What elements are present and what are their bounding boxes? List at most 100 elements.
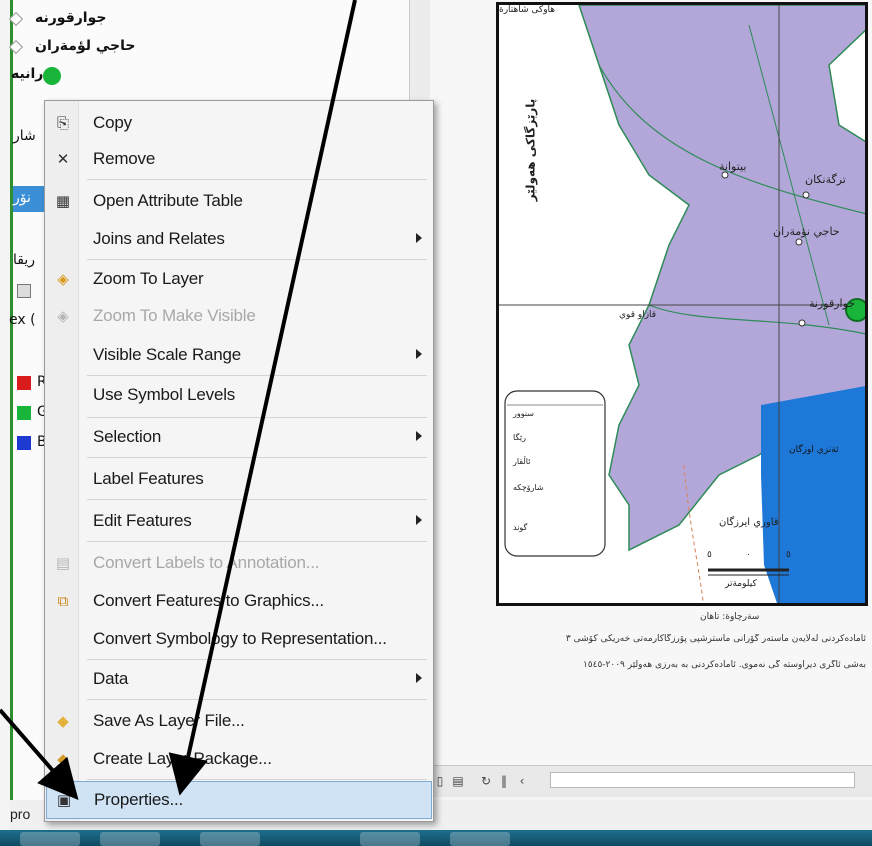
toc-partial-label: شار	[13, 128, 36, 144]
map-note: ئامادەکردنی لەلایەن ماستەر گۆرانی ماسترش…	[566, 634, 866, 644]
layer-context-menu: ⎘ Copy ✕ Remove ▦ Open Attribute Table J…	[44, 100, 434, 822]
menu-separator	[87, 659, 427, 660]
map-top-label: هاوکی شاهتارة	[499, 5, 556, 15]
point-symbol-icon	[43, 67, 61, 85]
menu-item-label: Copy	[93, 113, 132, 132]
menu-separator	[87, 457, 427, 458]
menu-separator	[87, 417, 427, 418]
village-point	[795, 238, 803, 246]
menu-item-label-features[interactable]: Label Features	[46, 461, 432, 497]
menu-item-open-attribute-table[interactable]: ▦ Open Attribute Table	[46, 183, 432, 219]
layer-file-icon: ◆	[57, 712, 69, 730]
zoom-layer-icon: ◈	[57, 270, 69, 288]
remove-icon: ✕	[56, 150, 70, 168]
properties-icon: ▣	[56, 791, 72, 809]
convert-graphics-icon: ⧉	[57, 592, 69, 610]
table-icon: ▦	[55, 192, 71, 210]
menu-item-zoom-to-layer[interactable]: ◈ Zoom To Layer	[46, 261, 432, 297]
expand-icon[interactable]	[8, 39, 24, 55]
refresh-icon[interactable]: ↻	[478, 772, 494, 790]
scroll-left-icon[interactable]: ‹	[514, 772, 530, 790]
menu-separator	[87, 259, 427, 260]
legend-swatch	[17, 284, 31, 298]
place-label: قازاو قوي	[619, 310, 657, 320]
scale-value: ٥	[707, 550, 712, 560]
convert-labels-icon: ▤	[55, 554, 71, 572]
toc-partial-label: نۆر	[13, 190, 31, 206]
menu-item-selection[interactable]: Selection	[46, 419, 432, 455]
menu-item-label: Remove	[93, 149, 156, 168]
legend-item: شارۆچکە	[513, 483, 544, 492]
menu-item-label: Save As Layer File...	[93, 711, 245, 730]
menu-item-label: Zoom To Layer	[93, 269, 204, 288]
menu-item-label: Open Attribute Table	[93, 191, 243, 210]
scale-unit: كيلومةتر	[725, 579, 757, 589]
menu-item-use-symbol-levels[interactable]: Use Symbol Levels	[46, 377, 432, 413]
menu-item-label: Joins and Relates	[93, 229, 225, 248]
menu-item-label: Label Features	[93, 469, 204, 488]
map-note: سةرچاوة: تاهان	[700, 612, 760, 622]
menu-item-convert-labels-to-annotation: ▤ Convert Labels to Annotation...	[46, 545, 432, 581]
menu-item-zoom-to-make-visible: ◈ Zoom To Make Visible	[46, 298, 432, 334]
menu-item-label: Visible Scale Range	[93, 345, 242, 364]
menu-item-label: Data	[93, 669, 129, 688]
data-view-icon[interactable]: ▤	[450, 772, 466, 790]
menu-separator	[87, 779, 427, 780]
menu-item-label: Properties...	[94, 790, 184, 809]
status-text: pro	[10, 806, 31, 822]
menu-item-label: Create Layer Package...	[93, 749, 272, 768]
blue-band-swatch	[17, 436, 31, 450]
menu-item-properties[interactable]: ▣ Properties...	[46, 781, 432, 819]
taskbar-button[interactable]	[450, 832, 510, 846]
menu-item-visible-scale-range[interactable]: Visible Scale Range	[46, 337, 432, 373]
menu-item-edit-features[interactable]: Edit Features	[46, 503, 432, 539]
taskbar-button[interactable]	[100, 832, 160, 846]
menu-item-label: Selection	[93, 427, 162, 446]
toc-layer-label[interactable]: رانيه	[11, 66, 43, 82]
place-label: جوارقورنة	[809, 297, 856, 310]
place-label: حاجي نؤمةران	[773, 225, 840, 238]
lake-polygon	[761, 386, 865, 603]
menu-item-remove[interactable]: ✕ Remove	[46, 141, 432, 177]
legend-item: ئاڵقار	[513, 457, 531, 466]
menu-item-label: Use Symbol Levels	[93, 385, 236, 404]
menu-item-create-layer-package[interactable]: ◆ Create Layer Package...	[46, 741, 432, 777]
taskbar-button[interactable]	[20, 832, 80, 846]
submenu-arrow-icon	[416, 349, 422, 359]
legend-item: سنوور	[513, 409, 534, 418]
toc-partial-label: ex (	[9, 312, 36, 328]
menu-separator	[87, 499, 427, 500]
place-label: قاوري ايرزگان	[719, 517, 779, 528]
legend-item: گوند	[513, 523, 528, 532]
taskbar-button[interactable]	[360, 832, 420, 846]
menu-item-label: Zoom To Make Visible	[93, 306, 256, 325]
expand-icon[interactable]	[8, 11, 24, 27]
menu-item-data[interactable]: Data	[46, 661, 432, 697]
menu-item-convert-features-to-graphics[interactable]: ⧉ Convert Features to Graphics...	[46, 583, 432, 619]
pause-icon[interactable]: ‖	[496, 772, 512, 790]
copy-icon: ⎘	[56, 114, 69, 132]
map-layout-frame: بيتوانة ترگةنكان حاجي نؤمةران جوارقورنة …	[496, 2, 868, 606]
green-band-swatch	[17, 406, 31, 420]
place-label: بيتوانة	[719, 160, 747, 173]
toc-layer-label[interactable]: جوارقورنه	[35, 10, 106, 26]
toc-layer-label[interactable]: حاجي لؤمةران	[35, 38, 135, 54]
scale-value: ٥	[786, 550, 791, 560]
layer-package-icon: ◆	[57, 750, 69, 768]
vertical-map-title: پارێزگاکی هەولێر	[523, 98, 538, 202]
menu-separator	[87, 179, 427, 180]
place-label: ترگةنكان	[805, 173, 846, 186]
menu-item-label: Convert Features to Graphics...	[93, 591, 324, 610]
layout-view-icon[interactable]: ▯	[432, 772, 448, 790]
menu-item-joins-and-relates[interactable]: Joins and Relates	[46, 221, 432, 257]
horizontal-scrollbar[interactable]	[550, 772, 855, 788]
menu-item-save-as-layer-file[interactable]: ◆ Save As Layer File...	[46, 703, 432, 739]
menu-separator	[87, 375, 427, 376]
menu-separator	[87, 699, 427, 700]
toc-partial-label: ريقا	[13, 252, 36, 268]
taskbar-button[interactable]	[200, 832, 260, 846]
menu-item-copy[interactable]: ⎘ Copy	[46, 105, 432, 141]
red-band-swatch	[17, 376, 31, 390]
map-note: بەشی ئاگری دیراوستە گی نەموی. ئامادەکردن…	[582, 660, 866, 670]
menu-item-convert-symbology-to-representation[interactable]: Convert Symbology to Representation...	[46, 621, 432, 657]
